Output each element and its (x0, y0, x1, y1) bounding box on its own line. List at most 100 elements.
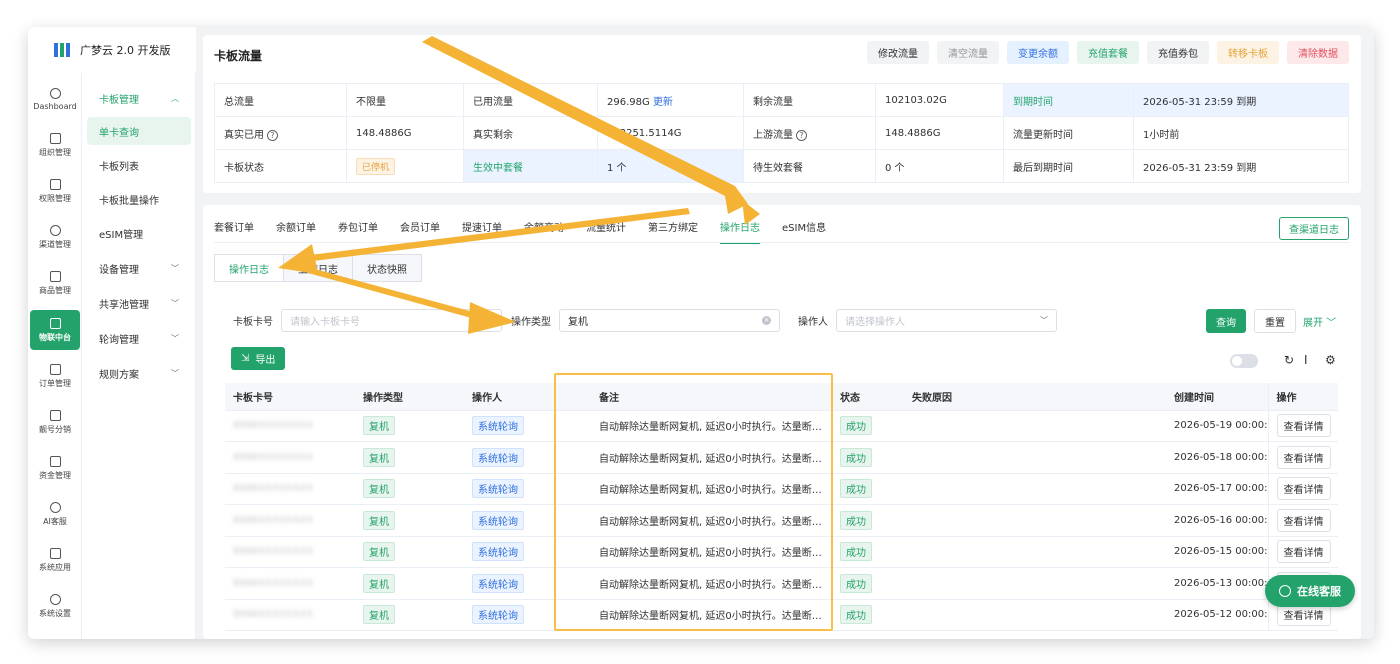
rail-item-org[interactable]: 组织管理 (30, 125, 80, 165)
tab-coupon-orders[interactable]: 券包订单 (338, 219, 378, 244)
tab-speed-orders[interactable]: 提速订单 (462, 219, 502, 244)
expand-button[interactable]: 展开 ﹀ (1293, 309, 1346, 333)
refresh-link[interactable]: 更新 (653, 97, 673, 108)
refresh-icon[interactable]: ↻ (1284, 353, 1294, 367)
rail-item-dashboard[interactable]: Dashboard (30, 79, 80, 119)
info-label: 已用流量 (463, 83, 598, 117)
subnav-group-polling[interactable]: 轮询管理 ﹀ (87, 324, 191, 352)
help-icon[interactable]: ? (796, 129, 807, 141)
rail-item-number[interactable]: 靓号分销 (30, 402, 80, 442)
info-label: 上游流量? (743, 116, 876, 150)
change-balance-button[interactable]: 变更余额 (1007, 41, 1069, 64)
tab-third-party[interactable]: 第三方绑定 (648, 219, 698, 244)
operation-type-tag: 复机 (363, 479, 395, 499)
settings-icon[interactable]: ⚙ (1325, 353, 1336, 367)
recharge-package-button[interactable]: 充值套餐 (1077, 41, 1139, 64)
column-height-icon[interactable]: Ⅰ (1304, 353, 1308, 367)
clear-flow-button[interactable]: 清空流量 (937, 41, 999, 64)
help-icon[interactable]: ? (267, 129, 278, 141)
online-support-button[interactable]: 在线客服 (1265, 575, 1355, 607)
chevron-down-icon: ﹀ (171, 263, 179, 273)
subnav-item-esim[interactable]: eSIM管理 (87, 219, 191, 247)
tab-operation-log[interactable]: 操作日志 (720, 219, 760, 244)
column-header: 备注 (573, 383, 832, 411)
fail-reason-cell (904, 599, 1166, 631)
card-number-cell: 8986XXXXXXXX (225, 441, 355, 474)
fail-reason-cell (904, 504, 1166, 537)
card-number-input[interactable]: 请输入卡板卡号 (281, 309, 502, 332)
tab-bar: 套餐订单 余额订单 券包订单 会员订单 提速订单 余额变动 流量统计 第三方绑定… (214, 219, 826, 244)
display-toggle[interactable] (1230, 354, 1258, 368)
rail-item-channel[interactable]: 渠道管理 (30, 217, 80, 257)
subtab-operation-log[interactable]: 操作日志 (214, 254, 284, 282)
tab-member-orders[interactable]: 会员订单 (400, 219, 440, 244)
subnav-item-batch[interactable]: 卡板批量操作 (87, 185, 191, 213)
table-row: 8986XXXXXXXX 复机 系统轮询 自动解除达量断网复机, 延迟0小时执行。达量… (225, 504, 1338, 537)
app-logo[interactable]: 广梦云 2.0 开发版 (28, 27, 196, 73)
info-value: 不限量 (346, 83, 464, 117)
card-number-label: 卡板卡号 (233, 317, 273, 328)
tab-balance-changes[interactable]: 余额变动 (524, 219, 564, 244)
table-row: 8986XXXXXXXX 复机 系统轮询 自动解除达量断网复机, 延迟0小时执行。达量… (225, 473, 1338, 505)
view-detail-button[interactable]: 查看详情 (1276, 414, 1331, 438)
transfer-card-button[interactable]: 转移卡板 (1217, 41, 1279, 64)
status-badge: 成功 (840, 479, 872, 499)
rail-item-apps[interactable]: 系统应用 (30, 540, 80, 580)
remark-cell: 自动解除达量断网复机, 延迟0小时执行。达量断网方案:... (573, 410, 832, 442)
rail-item-goods[interactable]: 商品管理 (30, 263, 80, 303)
remark-cell: 自动解除达量断网复机, 延迟0小时执行。达量断网方案:... (573, 599, 832, 631)
subnav-item-card-list[interactable]: 卡板列表 (87, 151, 191, 179)
reset-button[interactable]: 重置 (1254, 309, 1296, 333)
sub-tab-bar: 操作日志 上游日志 状态快照 (214, 254, 422, 282)
log-card: 套餐订单 余额订单 券包订单 会员订单 提速订单 余额变动 流量统计 第三方绑定… (203, 205, 1361, 639)
subnav-group-device[interactable]: 设备管理 ﹀ (87, 254, 191, 282)
rail-item-settings[interactable]: 系统设置 (30, 586, 80, 626)
created-time-cell: 2026-05-18 00:00:02 (1166, 441, 1268, 474)
operation-type-cell: 复机 (355, 473, 464, 505)
app-window: 广梦云 2.0 开发版 Dashboard 组织管理 权限管理 渠道管理 商品管… (28, 27, 1374, 639)
info-value: 已停机 (346, 149, 464, 183)
rail-item-ai[interactable]: AI客服 (30, 494, 80, 534)
tab-package-orders[interactable]: 套餐订单 (214, 219, 254, 244)
chevron-down-icon: ﹀ (1326, 317, 1337, 329)
subnav-item-single-query[interactable]: 单卡查询 (87, 117, 191, 145)
rail-item-orders[interactable]: 订单管理 (30, 356, 80, 396)
subnav-group-rules[interactable]: 规则方案 ﹀ (87, 359, 191, 387)
gear-icon (49, 593, 61, 605)
view-detail-button[interactable]: 查看详情 (1276, 508, 1331, 532)
tab-balance-orders[interactable]: 余额订单 (276, 219, 316, 244)
column-header: 卡板卡号 (225, 383, 355, 411)
view-detail-button[interactable]: 查看详情 (1276, 540, 1331, 564)
tab-flow-stats[interactable]: 流量统计 (586, 219, 626, 244)
view-detail-button[interactable]: 查看详情 (1276, 477, 1331, 501)
subnav-group-card[interactable]: 卡板管理 ︿ (87, 84, 191, 112)
operator-select[interactable]: 请选择操作人 ﹀ (836, 309, 1057, 332)
info-label: 真实剩余 (463, 116, 598, 150)
table-row: 8986XXXXXXXX 复机 系统轮询 自动解除达量断网复机, 延迟0小时执行。达量… (225, 536, 1338, 568)
export-button[interactable]: ⇲ 导出 (231, 347, 286, 370)
clear-data-button[interactable]: 清除数据 (1287, 41, 1349, 64)
channel-log-button[interactable]: 查渠道日志 (1279, 217, 1349, 240)
operation-type-select[interactable]: 复机 × (559, 309, 780, 332)
subnav-group-pool[interactable]: 共享池管理 ﹀ (87, 289, 191, 317)
view-detail-button[interactable]: 查看详情 (1276, 445, 1331, 469)
subtab-status-snapshot[interactable]: 状态快照 (353, 254, 422, 282)
info-value: 296.98G 更新 (597, 83, 744, 117)
rail-item-permission[interactable]: 权限管理 (30, 171, 80, 211)
shop-icon (49, 270, 61, 282)
recharge-coupon-button[interactable]: 充值券包 (1147, 41, 1209, 64)
chevron-up-icon: ︿ (171, 93, 179, 103)
modify-flow-button[interactable]: 修改流量 (867, 41, 929, 64)
rail-item-funds[interactable]: 资金管理 (30, 448, 80, 488)
table-header: 卡板卡号 操作类型 操作人 备注 状态 失败原因 创建时间 操作 (225, 383, 1338, 411)
subtab-upstream-log[interactable]: 上游日志 (284, 254, 353, 282)
grid-icon (49, 132, 61, 144)
status-badge: 成功 (840, 510, 872, 530)
rail-item-iot[interactable]: 物联中台 (30, 310, 80, 350)
created-time-cell: 2026-05-16 00:00:02 (1166, 504, 1268, 537)
tab-esim-info[interactable]: eSIM信息 (782, 219, 826, 244)
box-icon (49, 547, 61, 559)
created-time-cell: 2026-05-19 00:00:02 (1166, 410, 1268, 442)
clear-icon[interactable]: × (762, 316, 771, 325)
query-button[interactable]: 查询 (1206, 309, 1246, 333)
